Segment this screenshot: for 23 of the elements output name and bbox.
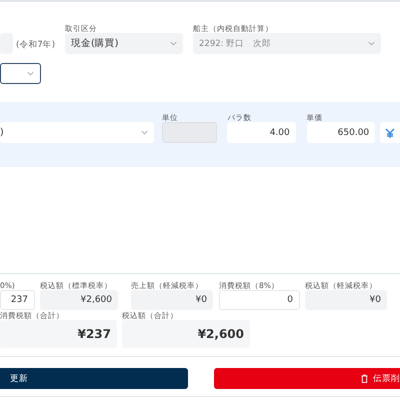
item-select[interactable]: ): [0, 122, 154, 143]
chevron-icon: [140, 130, 148, 135]
update-button[interactable]: 更新: [0, 368, 188, 389]
delete-button[interactable]: 伝票削: [214, 368, 400, 389]
trash-icon: [361, 374, 368, 383]
yen-button[interactable]: [380, 122, 400, 143]
amount-field: ¥2,600: [40, 290, 118, 310]
input-field[interactable]: 4.00: [227, 122, 296, 143]
amount-field: 0: [219, 290, 300, 310]
total-field: ¥237: [0, 320, 117, 348]
input-field[interactable]: 650.00: [306, 122, 376, 143]
yen-icon: [385, 128, 396, 138]
select-field[interactable]: 現金(購買): [65, 33, 183, 54]
total-field: ¥2,600: [122, 320, 250, 348]
amount-field: 237: [0, 290, 35, 310]
amount-field: ¥0: [305, 290, 387, 310]
chevron-icon: [368, 41, 375, 46]
era-label: (令和7年): [16, 38, 56, 50]
chevron-icon: [170, 41, 177, 46]
amount-field: ¥0: [131, 290, 213, 310]
chevron-icon: [27, 71, 34, 76]
select-field[interactable]: [0, 63, 41, 84]
input-field[interactable]: [162, 122, 218, 143]
